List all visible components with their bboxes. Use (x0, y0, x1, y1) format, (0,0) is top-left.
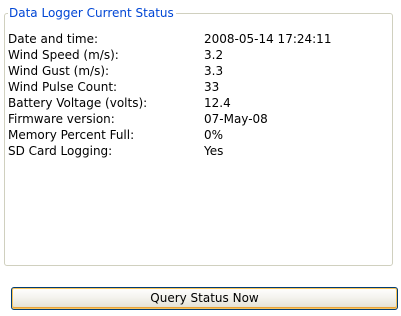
status-row-wind-speed: Wind Speed (m/s): 3.2 (8, 47, 388, 63)
wind-pulse-count-value: 33 (204, 80, 220, 94)
query-status-button[interactable]: Query Status Now (11, 287, 398, 310)
status-group-title: Data Logger Current Status (8, 6, 176, 20)
status-row-battery-voltage: Battery Voltage (volts): 12.4 (8, 95, 388, 111)
firmware-version-label: Firmware version: (8, 112, 115, 126)
status-row-sd-card-logging: SD Card Logging: Yes (8, 143, 388, 159)
wind-gust-label: Wind Gust (m/s): (8, 64, 110, 78)
memory-percent-label: Memory Percent Full: (8, 128, 135, 142)
wind-speed-label: Wind Speed (m/s): (8, 48, 119, 62)
battery-voltage-value: 12.4 (204, 96, 231, 110)
wind-gust-value: 3.3 (204, 64, 224, 78)
date-time-value: 2008-05-14 17:24:11 (204, 32, 332, 46)
memory-percent-value: 0% (204, 128, 224, 142)
sd-card-logging-label: SD Card Logging: (8, 144, 113, 158)
status-row-memory-percent: Memory Percent Full: 0% (8, 127, 388, 143)
status-row-date-time: Date and time: 2008-05-14 17:24:11 (8, 31, 388, 47)
status-row-wind-pulse-count: Wind Pulse Count: 33 (8, 79, 388, 95)
query-status-button-label: Query Status Now (150, 291, 259, 305)
status-list: Date and time: 2008-05-14 17:24:11 Wind … (8, 31, 388, 159)
sd-card-logging-value: Yes (204, 144, 224, 158)
status-row-wind-gust: Wind Gust (m/s): 3.3 (8, 63, 388, 79)
wind-speed-value: 3.2 (204, 48, 224, 62)
date-time-label: Date and time: (8, 32, 99, 46)
status-row-firmware-version: Firmware version: 07-May-08 (8, 111, 388, 127)
battery-voltage-label: Battery Voltage (volts): (8, 96, 148, 110)
wind-pulse-count-label: Wind Pulse Count: (8, 80, 118, 94)
firmware-version-value: 07-May-08 (204, 112, 268, 126)
